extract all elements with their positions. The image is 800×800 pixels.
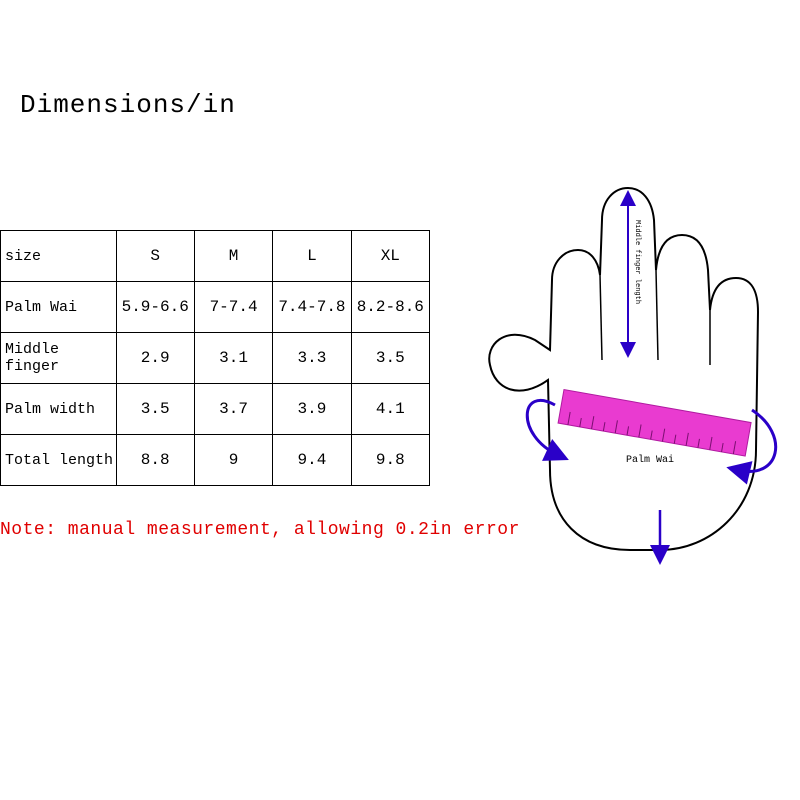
table-row: Total length 8.8 9 9.4 9.8 [1,435,430,486]
row-label: Palm width [1,384,117,435]
size-col-m: M [194,231,272,282]
cell: 9.8 [351,435,429,486]
row-label: Total length [1,435,117,486]
palm-wai-label: Palm Wai [626,454,674,466]
measurement-note: Note: manual measurement, allowing 0.2in… [0,520,520,540]
size-col-s: S [116,231,194,282]
cell: 7-7.4 [194,282,272,333]
cell: 5.9-6.6 [116,282,194,333]
row-label: Middle finger [1,333,117,384]
cell: 7.4-7.8 [273,282,351,333]
cell: 9.4 [273,435,351,486]
hand-icon [489,188,758,550]
cell: 8.8 [116,435,194,486]
size-col-l: L [273,231,351,282]
cell: 3.1 [194,333,272,384]
table-row: Palm width 3.5 3.7 3.9 4.1 [1,384,430,435]
table-row: Middle finger 2.9 3.1 3.3 3.5 [1,333,430,384]
hand-diagram: Middle finger length [460,150,800,570]
cell: 8.2-8.6 [351,282,429,333]
table-row: Palm Wai 5.9-6.6 7-7.4 7.4-7.8 8.2-8.6 [1,282,430,333]
cell: 3.5 [351,333,429,384]
cell: 9 [194,435,272,486]
row-label: Palm Wai [1,282,117,333]
page-title: Dimensions/in [20,90,236,120]
size-table: size S M L XL Palm Wai 5.9-6.6 7-7.4 7.4… [0,230,430,486]
middle-finger-label: Middle finger length [633,220,641,304]
cell: 3.9 [273,384,351,435]
cell: 3.7 [194,384,272,435]
cell: 3.3 [273,333,351,384]
cell: 4.1 [351,384,429,435]
cell: 3.5 [116,384,194,435]
table-header-row: size S M L XL [1,231,430,282]
size-col-xl: XL [351,231,429,282]
header-label: size [1,231,117,282]
cell: 2.9 [116,333,194,384]
